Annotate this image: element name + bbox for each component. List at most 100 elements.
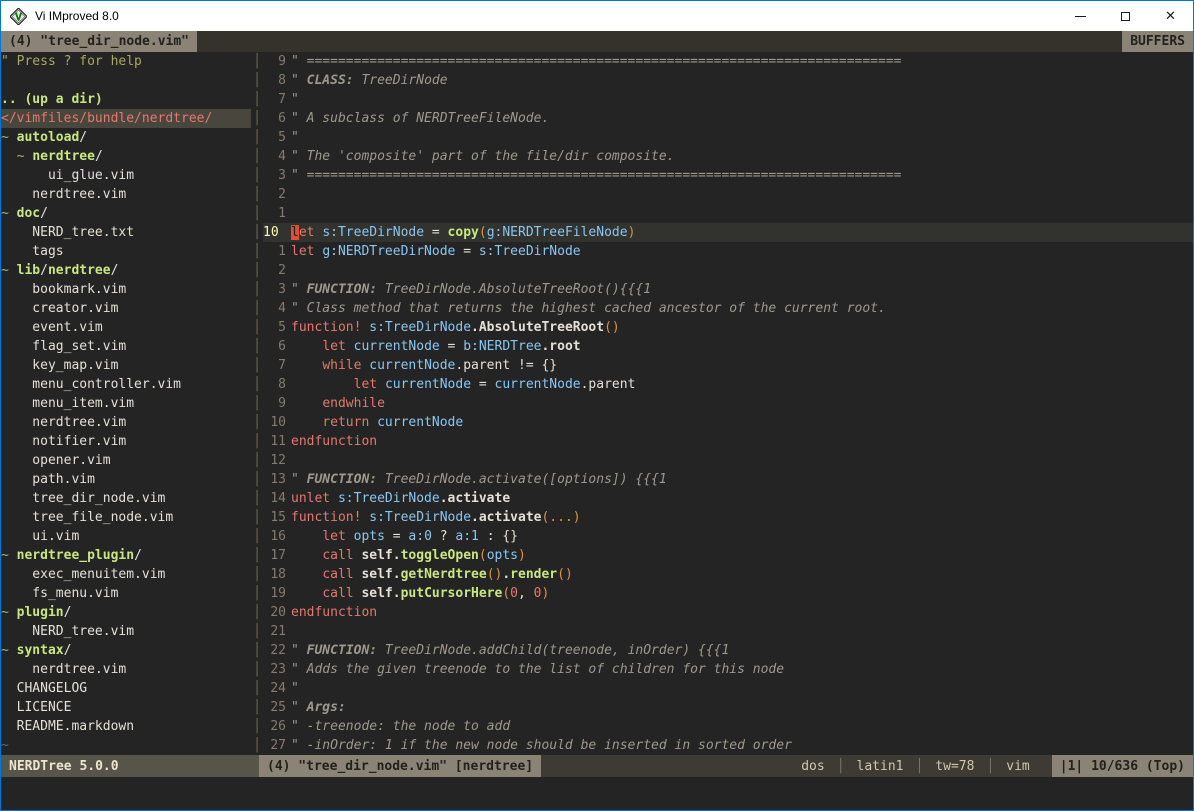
code-line[interactable]: 17 call self.toggleOpen(opts)	[263, 546, 1193, 565]
code-line[interactable]: 1	[263, 204, 1193, 223]
token-p: )	[518, 548, 526, 563]
tree-item[interactable]: event.vim	[1, 318, 251, 337]
code-line[interactable]: 25" Args:	[263, 698, 1193, 717]
code-line[interactable]: 11endfunction	[263, 432, 1193, 451]
code-line[interactable]: 7 while currentNode.parent != {}	[263, 356, 1193, 375]
tree-item[interactable]: key_map.vim	[1, 356, 251, 375]
token-m: self.	[361, 548, 400, 563]
nerdtree-panel: " Press ? for help .. (up a dir)</vimfile…	[1, 52, 251, 755]
buffer-tab-active[interactable]: (4) "tree_dir_node.vim"	[1, 31, 197, 52]
tree-item[interactable]: ~ nerdtree/	[1, 147, 251, 166]
line-number: 8	[263, 71, 286, 90]
code-line[interactable]: 5"	[263, 128, 1193, 147]
line-number: 18	[263, 565, 286, 584]
tree-item[interactable]: fs_menu.vim	[1, 584, 251, 603]
tree-item[interactable]: tree_dir_node.vim	[1, 489, 251, 508]
tree-item[interactable]: nerdtree.vim	[1, 185, 251, 204]
tree-item[interactable]: creator.vim	[1, 299, 251, 318]
code-line[interactable]: 18 call self.getNerdtree().render()	[263, 565, 1193, 584]
code-line[interactable]: 8 let currentNode = currentNode.parent	[263, 375, 1193, 394]
code-line[interactable]: 27" -inOrder: 1 if the new node should b…	[263, 736, 1193, 755]
token-n: exec_menuitem.vim	[1, 567, 165, 582]
tree-item[interactable]: .. (up a dir)	[1, 90, 251, 109]
tree-item[interactable]: exec_menuitem.vim	[1, 565, 251, 584]
code-line[interactable]: 15function! s:TreeDirNode.activate(...)	[263, 508, 1193, 527]
code-line[interactable]: 4" The 'composite' part of the file/dir …	[263, 147, 1193, 166]
tree-item[interactable]: path.vim	[1, 470, 251, 489]
tree-item[interactable]: nerdtree.vim	[1, 413, 251, 432]
code-line[interactable]: 5function! s:TreeDirNode.AbsoluteTreeRoo…	[263, 318, 1193, 337]
code-line[interactable]: 24"	[263, 679, 1193, 698]
tree-item[interactable]: bookmark.vim	[1, 280, 251, 299]
code-line[interactable]: 6" A subclass of NERDTreeFileNode.	[263, 109, 1193, 128]
code-line[interactable]: 22" FUNCTION: TreeDirNode.addChild(treen…	[263, 641, 1193, 660]
close-button[interactable]: ✕	[1148, 1, 1193, 31]
code-line[interactable]: 13" FUNCTION: TreeDirNode.activate([opti…	[263, 470, 1193, 489]
tree-item[interactable]	[1, 71, 251, 90]
token-m: .activate	[440, 491, 510, 506]
code-line[interactable]: 4" Class method that returns the highest…	[263, 299, 1193, 318]
tree-item[interactable]: ~ plugin/	[1, 603, 251, 622]
token-c: "	[291, 130, 299, 145]
token-v: g:NERDTreeDirNode	[322, 244, 455, 259]
code-line-current[interactable]: 10let s:TreeDirNode = copy(g:NERDTreeFil…	[263, 223, 1193, 242]
tree-item[interactable]: tags	[1, 242, 251, 261]
tree-item[interactable]: ~ syntax/	[1, 641, 251, 660]
code-line[interactable]: 2	[263, 261, 1193, 280]
tree-item[interactable]: " Press ? for help	[1, 52, 251, 71]
tree-item[interactable]: ~ lib/nerdtree/	[1, 261, 251, 280]
code-line[interactable]: 7"	[263, 90, 1193, 109]
tree-item[interactable]: ~	[1, 736, 251, 755]
line-number: 20	[263, 603, 286, 622]
tree-item[interactable]: ui_glue.vim	[1, 166, 251, 185]
code-line[interactable]: 20endfunction	[263, 603, 1193, 622]
tree-item[interactable]: ui.vim	[1, 527, 251, 546]
tree-root-item[interactable]: </vimfiles/bundle/nerdtree/	[1, 109, 251, 128]
status-line: NERDTree 5.0.0 (4) "tree_dir_node.vim" […	[1, 755, 1193, 777]
code-line[interactable]: 3" FUNCTION: TreeDirNode.AbsoluteTreeRoo…	[263, 280, 1193, 299]
code-line[interactable]: 9" =====================================…	[263, 52, 1193, 71]
tree-item[interactable]: README.markdown	[1, 717, 251, 736]
tree-item[interactable]: NERD_tree.txt	[1, 223, 251, 242]
tree-item[interactable]: CHANGELOG	[1, 679, 251, 698]
code-line[interactable]: 8" CLASS: TreeDirNode	[263, 71, 1193, 90]
command-line[interactable]	[1, 777, 1193, 810]
minimize-button[interactable]	[1058, 1, 1103, 31]
code-line[interactable]: 9 endwhile	[263, 394, 1193, 413]
window-separator[interactable]: │ │ │ │ │ │ │ │ │ │ │ │ │ │ │ │ │ │ │ │ …	[251, 52, 263, 755]
tree-item[interactable]: NERD_tree.vim	[1, 622, 251, 641]
tree-item[interactable]: tree_file_node.vim	[1, 508, 251, 527]
code-line[interactable]: 10 return currentNode	[263, 413, 1193, 432]
code-line[interactable]: 12	[263, 451, 1193, 470]
token-dir: lib	[17, 263, 40, 278]
code-line[interactable]: 26" -treenode: the node to add	[263, 717, 1193, 736]
code-line[interactable]: 2	[263, 185, 1193, 204]
tree-item[interactable]: ~ doc/	[1, 204, 251, 223]
tree-item[interactable]: notifier.vim	[1, 432, 251, 451]
token-n: key_map.vim	[1, 358, 118, 373]
tree-item[interactable]: ~ autoload/	[1, 128, 251, 147]
code-line[interactable]: 14unlet s:TreeDirNode.activate	[263, 489, 1193, 508]
code-line[interactable]: 1let g:NERDTreeDirNode = s:TreeDirNode	[263, 242, 1193, 261]
tree-item[interactable]: menu_item.vim	[1, 394, 251, 413]
token-n	[291, 529, 322, 544]
code-line[interactable]: 6 let currentNode = b:NERDTree.root	[263, 337, 1193, 356]
code-line[interactable]: 23" Adds the given treenode to the list …	[263, 660, 1193, 679]
line-text: let opts = a:0 ? a:1 : {}	[286, 527, 518, 546]
code-line[interactable]: 21	[263, 622, 1193, 641]
tree-item[interactable]: nerdtree.vim	[1, 660, 251, 679]
line-text: "	[286, 679, 299, 698]
code-line[interactable]: 19 call self.putCursorHere(0, 0)	[263, 584, 1193, 603]
code-line[interactable]: 16 let opts = a:0 ? a:1 : {}	[263, 527, 1193, 546]
line-number: 5	[263, 128, 286, 147]
tree-item[interactable]: menu_controller.vim	[1, 375, 251, 394]
tree-item[interactable]: ~ nerdtree_plugin/	[1, 546, 251, 565]
token-k: function!	[291, 510, 361, 525]
tree-item[interactable]: opener.vim	[1, 451, 251, 470]
token-n	[377, 377, 385, 392]
maximize-button[interactable]	[1103, 1, 1148, 31]
tree-item[interactable]: flag_set.vim	[1, 337, 251, 356]
tree-item[interactable]: LICENCE	[1, 698, 251, 717]
code-line[interactable]: 3" =====================================…	[263, 166, 1193, 185]
token-k: let	[322, 339, 345, 354]
